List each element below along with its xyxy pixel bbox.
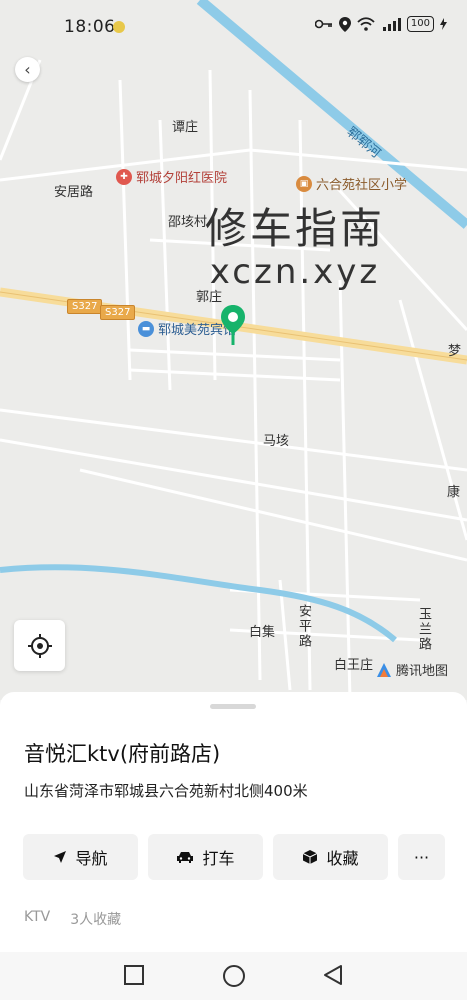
map-label-magai: 马垓 bbox=[263, 434, 290, 449]
status-time: 18:06 bbox=[64, 17, 116, 37]
battery-level: 100 bbox=[406, 16, 434, 32]
map-label-yulan-road: 玉兰路 bbox=[416, 607, 431, 652]
map-label-anju-road: 安居路 bbox=[54, 185, 94, 200]
status-bar: 18:06 100 bbox=[0, 0, 467, 54]
back-button[interactable]: ‹ bbox=[15, 57, 40, 82]
navigate-button[interactable]: 导航 bbox=[23, 834, 138, 880]
taxi-button[interactable]: 打车 bbox=[148, 834, 263, 880]
location-marker-icon[interactable] bbox=[220, 304, 246, 350]
location-icon bbox=[338, 16, 351, 32]
hotel-icon: ▬ bbox=[138, 320, 154, 337]
sheet-drag-handle[interactable] bbox=[210, 704, 256, 709]
wifi-icon bbox=[357, 17, 375, 31]
key-icon bbox=[314, 19, 332, 29]
navigation-arrow-icon bbox=[54, 851, 67, 863]
home-button[interactable] bbox=[222, 964, 246, 988]
map-label-baiwangzhuang: 白王庄 bbox=[334, 658, 374, 673]
place-favorites-count: 3人收藏 bbox=[70, 912, 122, 928]
favorite-button[interactable]: 收藏 bbox=[273, 834, 388, 880]
recent-apps-button[interactable] bbox=[123, 964, 145, 986]
chevron-left-icon: ‹ bbox=[24, 60, 31, 79]
poi-school[interactable]: ▣ 六合苑社区小学 bbox=[296, 174, 407, 193]
notification-dot-icon bbox=[113, 21, 125, 33]
map-provider: 腾讯地图 bbox=[376, 660, 448, 679]
place-category: KTV bbox=[24, 909, 51, 925]
map-roads bbox=[0, 0, 467, 700]
map-label-baiji: 白集 bbox=[249, 625, 276, 640]
poi-hospital[interactable]: ✚ 郓城夕阳红医院 bbox=[116, 167, 227, 186]
watermark: 修车指南 xczn.xyz bbox=[205, 204, 386, 293]
map-view[interactable]: 谭庄 安居路 邵垓村 郭庄 马垓 康 梦 白集 白王庄 安平路 玉兰路 郓郓河 … bbox=[0, 0, 467, 700]
more-button[interactable]: ··· bbox=[398, 834, 445, 880]
place-detail-sheet: 音悦汇ktv(府前路店) 山东省菏泽市郓城县六合苑新村北侧400米 导航 打车 … bbox=[0, 692, 467, 952]
school-icon: ▣ bbox=[296, 175, 312, 192]
map-label-shaogai-village: 邵垓村 bbox=[168, 215, 208, 230]
hospital-icon: ✚ bbox=[116, 168, 132, 185]
map-label-anping-road: 安平路 bbox=[296, 604, 311, 649]
tencent-map-logo-icon bbox=[377, 662, 391, 677]
charging-icon bbox=[440, 18, 447, 30]
box-icon bbox=[303, 850, 318, 864]
status-icons: 100 bbox=[314, 16, 447, 32]
road-badge-s327: S327 bbox=[67, 299, 103, 314]
car-icon bbox=[177, 852, 194, 863]
map-label-edge: 梦 bbox=[448, 344, 462, 359]
more-dots-icon: ··· bbox=[413, 847, 430, 867]
system-navigation-bar bbox=[0, 952, 467, 1000]
place-address: 山东省菏泽市郓城县六合苑新村北侧400米 bbox=[24, 782, 308, 800]
place-title: 音悦汇ktv(府前路店) bbox=[24, 742, 221, 766]
crosshair-icon bbox=[27, 633, 52, 658]
back-nav-button[interactable] bbox=[322, 964, 344, 986]
locate-me-button[interactable] bbox=[14, 620, 65, 671]
signal-icon bbox=[382, 18, 401, 31]
map-label-kang: 康 bbox=[447, 485, 461, 500]
action-bar: 导航 打车 收藏 ··· bbox=[23, 834, 445, 880]
place-meta: KTV 3人收藏 bbox=[24, 909, 121, 929]
road-badge-s327: S327 bbox=[100, 305, 136, 320]
map-label-tanzhuang: 谭庄 bbox=[172, 120, 199, 135]
